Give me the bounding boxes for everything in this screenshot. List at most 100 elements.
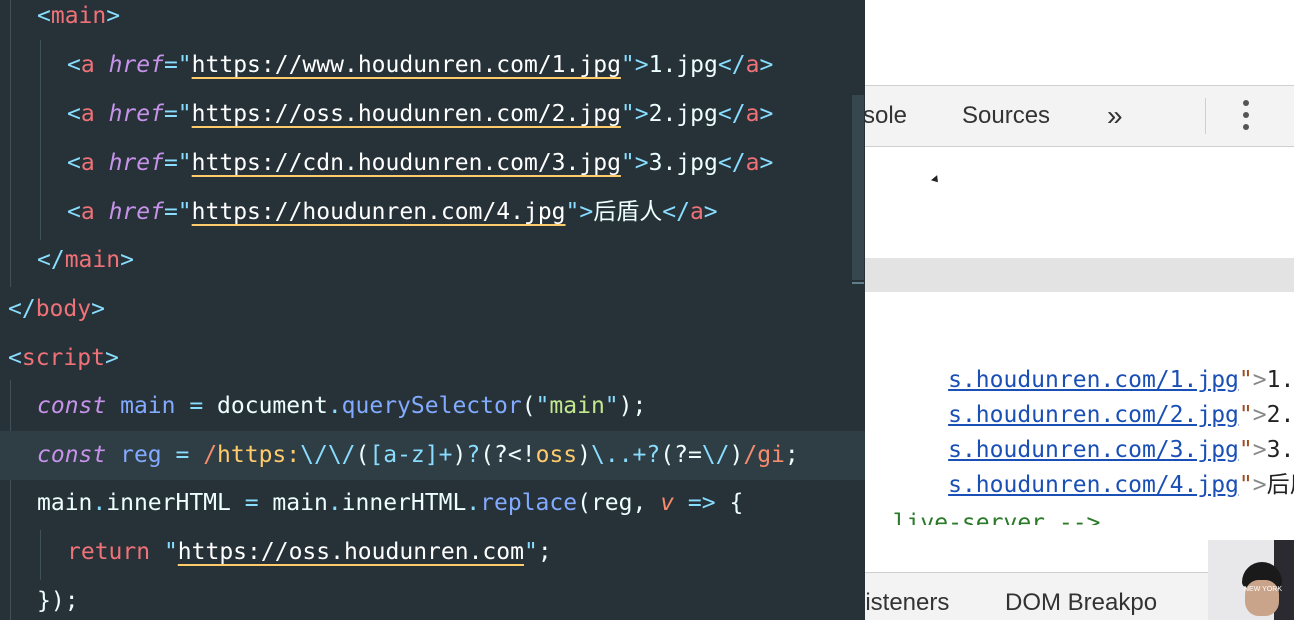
code-token: a [80,150,109,176]
code-token: </ [662,199,690,225]
code-token: ? [466,442,481,468]
code-token: = [161,442,204,468]
code-token: =" [163,150,192,176]
code-token: main [50,3,107,29]
code-token: ) [729,442,744,468]
code-token: 2.jpg [648,101,718,127]
indent-guide [10,0,11,287]
code-token: \/\/ [300,442,356,468]
code-token: main [120,393,176,419]
indent-guide [10,380,11,620]
code-line[interactable]: <main> [37,0,120,41]
code-token: a [80,101,109,127]
code-token: /gi [743,442,785,468]
code-editor[interactable]: <main> <a href="https://www.houdunren.com… [0,0,865,620]
devtools-panel: sole Sources » s.houdunren.com/1.jpg">1.… [865,0,1294,620]
code-line[interactable]: const reg = /https:\/\/([a-z]+)?(?<!oss)… [0,431,865,480]
tab-separator [1205,98,1206,134]
code-token: =" [163,199,192,225]
kebab-menu-icon[interactable] [1241,100,1251,134]
dom-node-row[interactable]: s.houdunren.com/1.jpg">1.jpg< [865,328,1294,393]
code-token: https://houdunren.com/4.jpg [191,199,566,225]
indent-guide [40,40,41,240]
code-token: < [67,150,81,176]
editor-scrollbar[interactable] [852,95,864,280]
code-line[interactable]: <a href="https://cdn.houdunren.com/3.jpg… [67,139,773,188]
code-line[interactable]: const main = document.querySelector("mai… [37,382,646,431]
code-token: < [37,3,51,29]
code-token: > [759,101,774,127]
code-token: innerHTML [341,490,467,516]
code-token: a [745,150,760,176]
code-line[interactable]: return "https://oss.houdunren.com"; [67,528,552,577]
code-token: v [660,490,675,516]
code-token: a [745,52,760,78]
code-token: (?= [660,442,702,468]
code-token: "> [620,101,649,127]
code-token: \..+? [591,442,661,468]
code-token: https: [217,442,301,468]
code-token: (?<! [480,442,536,468]
tab-sources[interactable]: Sources [962,86,1050,146]
dom-node-row[interactable]: s.houdunren.com/3.jpg">3.jpg< [865,398,1294,463]
code-line[interactable]: </main> [37,236,134,285]
code-token: ( [355,442,370,468]
webcam-overlay: NEW YORK [1208,540,1294,620]
code-token: > [104,345,119,371]
code-token: < [8,345,22,371]
code-token: < [67,52,81,78]
href-link[interactable]: s.houdunren.com/4.jpg [948,472,1239,498]
more-tabs-icon[interactable]: » [1107,86,1123,146]
code-token: 3.jpg [648,150,718,176]
code-line[interactable]: main.innerHTML = main.innerHTML.replace(… [37,479,743,528]
code-line[interactable]: <a href="https://www.houdunren.com/1.jpg… [67,41,773,90]
indent-guide [40,530,41,580]
elements-tree: s.houdunren.com/1.jpg">1.jpg< s.houdunre… [865,292,1294,572]
code-token: </ [8,296,36,322]
code-token: > [106,3,121,29]
code-token: href [108,199,164,225]
code-token: replace [480,490,578,516]
code-token: </ [717,101,746,127]
code-token: querySelector [341,393,522,419]
code-token: https://oss.houdunren.com/2.jpg [191,101,621,127]
code-line[interactable]: <script> [8,334,119,383]
code-token: \/ [701,442,730,468]
code-token: const [37,393,121,419]
code-token: = [230,490,273,516]
code-token: " [535,393,550,419]
code-token: > [703,199,718,225]
dom-node-row[interactable]: s.houdunren.com/4.jpg">后盾人< [865,433,1294,498]
code-token: " [163,539,178,565]
code-token: main [272,490,328,516]
code-token: main [549,393,605,419]
code-token: "> [620,52,649,78]
scrollbar-marker [852,282,864,284]
code-token: reg [120,442,162,468]
node-text: 后盾人 [1266,472,1294,498]
code-token: script [21,345,105,371]
code-line[interactable]: <a href="https://oss.houdunren.com/2.jpg… [67,90,773,139]
code-token: a [80,199,109,225]
code-token: "> [565,199,594,225]
code-line[interactable]: }); [37,577,79,620]
tab-dom-breakpoints[interactable]: DOM Breakpo [1005,573,1157,620]
tab-console[interactable]: sole [865,86,907,146]
code-token: ) [577,442,591,468]
code-token: main [37,490,93,516]
code-line[interactable]: </body> [8,285,105,334]
code-line[interactable]: <a href="https://houdunren.com/4.jpg">后盾… [67,188,718,237]
code-token: =" [163,101,192,127]
code-token: [a-z]+ [369,442,453,468]
code-token: const [37,442,121,468]
code-token: </ [37,247,65,273]
code-token: document [217,393,328,419]
tag-bracket: > [1252,472,1267,498]
browser-viewport [865,0,1294,86]
comment-node: live-server --> [865,510,1101,525]
code-token: . [327,490,342,516]
dom-node-row[interactable]: s.houdunren.com/2.jpg">2.jpg< [865,363,1294,428]
tab-event-listeners[interactable]: listeners [865,573,949,620]
code-token: { [729,490,744,516]
code-token: > [91,296,105,322]
